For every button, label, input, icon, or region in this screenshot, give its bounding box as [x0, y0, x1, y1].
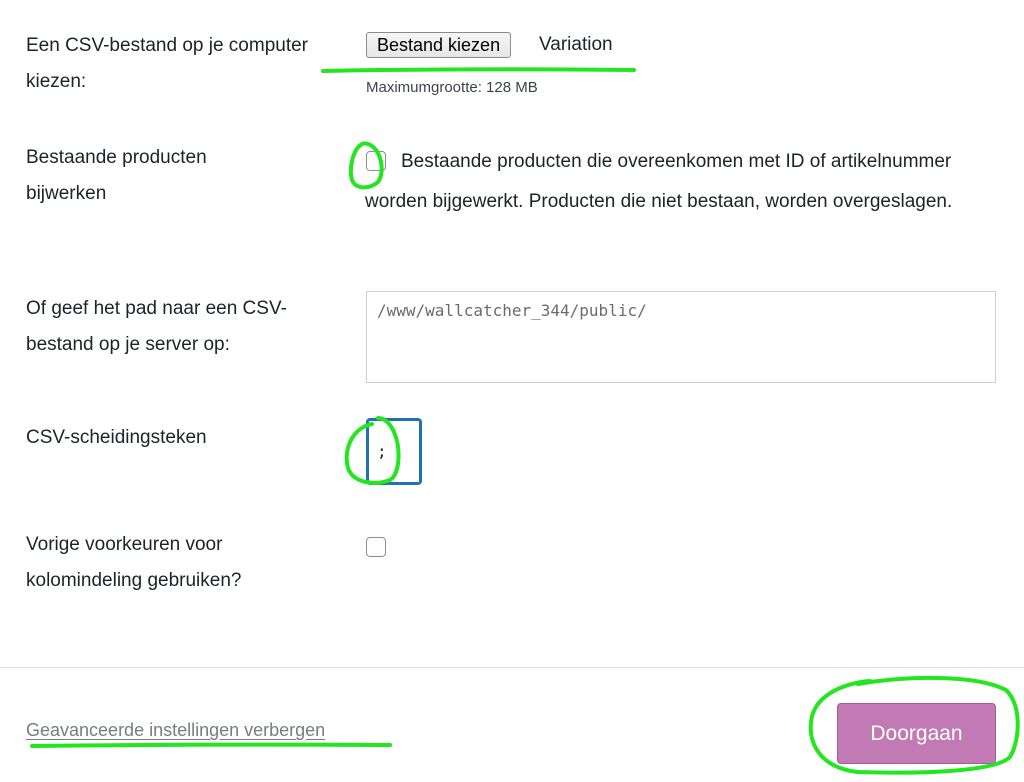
server-path-label: Of geef het pad naar een CSV-bestand op …: [26, 298, 287, 355]
server-path-input[interactable]: /www/wallcatcher_344/public/: [366, 291, 996, 383]
footer-divider: [0, 667, 1024, 668]
delimiter-label: CSV-scheidingsteken: [26, 427, 207, 448]
underline-file-annotation: [321, 67, 636, 73]
max-upload-size: Maximumgrootte: 128 MB: [366, 79, 538, 96]
previous-mapping-label: Vorige voorkeuren voor kolomindeling geb…: [26, 534, 242, 591]
chosen-file-name: Variation: [539, 34, 613, 55]
hide-advanced-settings-link[interactable]: Geavanceerde instellingen verbergen: [26, 720, 325, 741]
previous-mapping-checkbox[interactable]: [366, 537, 386, 557]
underline-link-annotation: [30, 742, 392, 748]
delimiter-input[interactable]: ;: [366, 418, 422, 485]
file-upload-label: Een CSV-bestand op je computer kiezen:: [26, 35, 309, 92]
update-existing-label: Bestaande producten bijwerken: [26, 147, 207, 204]
continue-button[interactable]: Doorgaan: [837, 703, 996, 764]
update-existing-description: Bestaande producten die overeenkomen met…: [365, 151, 953, 212]
delimiter-value: ;: [377, 442, 387, 461]
server-path-value: /www/wallcatcher_344/public/: [377, 301, 647, 320]
annotation-overlay: [30, 67, 1020, 775]
choose-file-button[interactable]: Bestand kiezen: [366, 32, 512, 58]
